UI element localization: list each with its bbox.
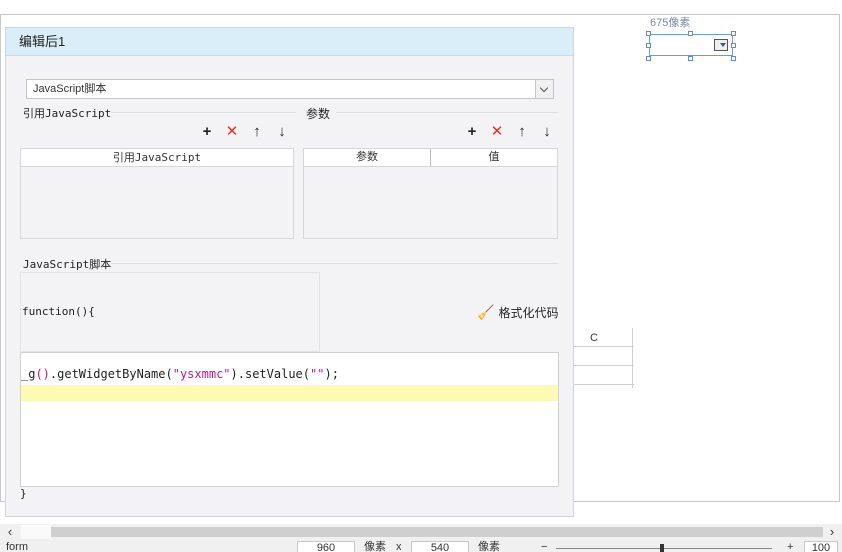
resize-handle[interactable] [646, 56, 651, 61]
ref-js-toolbar: + ✕ ↑ ↓ [199, 123, 290, 141]
arrow-down-icon[interactable]: ↓ [539, 123, 555, 140]
scroll-track[interactable] [51, 527, 823, 537]
script-type-value: JavaScript脚本 [33, 83, 107, 95]
arrow-down-icon[interactable]: ↓ [274, 123, 290, 140]
params-table[interactable]: 参数 值 [303, 148, 558, 239]
width-indicator: 675像素 [650, 14, 690, 30]
function-open: function(){ [22, 305, 95, 318]
scroll-left-icon[interactable]: ‹ [2, 524, 18, 540]
resize-handle[interactable] [688, 56, 693, 61]
params-title: 参数 [306, 107, 331, 121]
dialog-header: 编辑后1 [6, 28, 573, 56]
resize-handle[interactable] [646, 31, 651, 36]
delete-icon[interactable]: ✕ [224, 123, 240, 140]
zoom-in-button[interactable]: + [787, 541, 793, 552]
script-type-select[interactable]: JavaScript脚本 [26, 79, 554, 99]
top-strip [0, 0, 842, 14]
column-header-c: C [590, 332, 598, 344]
section-divider [336, 112, 558, 113]
delete-icon[interactable]: ✕ [489, 123, 505, 140]
format-code-label: 格式化代码 [498, 306, 559, 320]
status-bar: form 960 像素 x 540 像素 − + 100 [0, 540, 842, 552]
zoom-slider[interactable] [556, 548, 772, 549]
horizontal-scrollbar[interactable]: ‹ › [0, 524, 842, 540]
resize-handle[interactable] [731, 56, 736, 61]
code-token: _g [21, 367, 36, 381]
code-editor[interactable]: _g().getWidgetByName("ysxmmc").setValue(… [20, 352, 559, 487]
grid-line [574, 346, 634, 347]
arrow-up-icon[interactable]: ↑ [249, 123, 265, 140]
code-line[interactable]: _g().getWidgetByName("ysxmmc").setValue(… [21, 367, 339, 381]
grid-line [574, 365, 634, 366]
broom-icon: 🧹 [477, 304, 495, 320]
zoom-out-button[interactable]: − [541, 541, 547, 552]
active-line-highlight [21, 385, 558, 401]
event-edit-dialog: 编辑后1 JavaScript脚本 引用JavaScript + ✕ ↑ ↓ 引… [5, 27, 574, 517]
dialog-title: 编辑后1 [19, 34, 66, 49]
combo-dropdown-icon[interactable] [714, 39, 728, 51]
grid-line [632, 328, 633, 388]
zoom-slider-thumb[interactable] [660, 544, 664, 552]
resize-handle[interactable] [731, 31, 736, 36]
script-title: JavaScript脚本 [23, 258, 112, 271]
add-icon[interactable]: + [199, 123, 215, 140]
combo-widget[interactable] [649, 34, 733, 56]
code-string: "" [310, 367, 325, 381]
form-label: form [6, 541, 28, 552]
height-input[interactable]: 540 [411, 541, 469, 552]
column-header: 值 [488, 151, 500, 163]
resize-handle[interactable] [731, 43, 736, 48]
code-token: ); [324, 367, 339, 381]
resize-handle[interactable] [646, 43, 651, 48]
ref-js-table[interactable]: 引用JavaScript [20, 148, 294, 239]
width-unit: 像素 [364, 541, 386, 552]
format-code-button[interactable]: 🧹 格式化代码 [477, 304, 558, 321]
resize-handle[interactable] [688, 31, 693, 36]
scroll-thumb[interactable] [21, 525, 51, 539]
cell-grid[interactable]: C [574, 328, 634, 388]
code-string: "ysxmmc" [172, 367, 231, 381]
arrow-up-icon[interactable]: ↑ [514, 123, 530, 140]
grid-line [574, 384, 634, 385]
code-token: ).setValue( [230, 367, 311, 381]
table-header: 引用JavaScript [21, 149, 293, 167]
width-input[interactable]: 960 [297, 541, 355, 552]
width-indicator-text: 675像素 [650, 17, 691, 29]
code-token: () [35, 367, 50, 381]
column-header: 参数 [304, 149, 431, 166]
chevron-down-icon[interactable] [535, 80, 553, 98]
function-close: } [20, 487, 27, 500]
column-header: 引用JavaScript [112, 151, 202, 164]
section-divider [111, 263, 558, 264]
params-toolbar: + ✕ ↑ ↓ [464, 123, 555, 141]
ref-js-title: 引用JavaScript [23, 107, 112, 120]
height-unit: 像素 [478, 541, 500, 552]
table-header: 参数 值 [304, 149, 557, 167]
code-token: .getWidgetByName( [49, 367, 173, 381]
add-icon[interactable]: + [464, 123, 480, 140]
scroll-right-icon[interactable]: › [824, 524, 840, 540]
times-sign: x [396, 541, 402, 552]
zoom-input[interactable]: 100 [804, 541, 838, 552]
section-divider [111, 112, 296, 113]
